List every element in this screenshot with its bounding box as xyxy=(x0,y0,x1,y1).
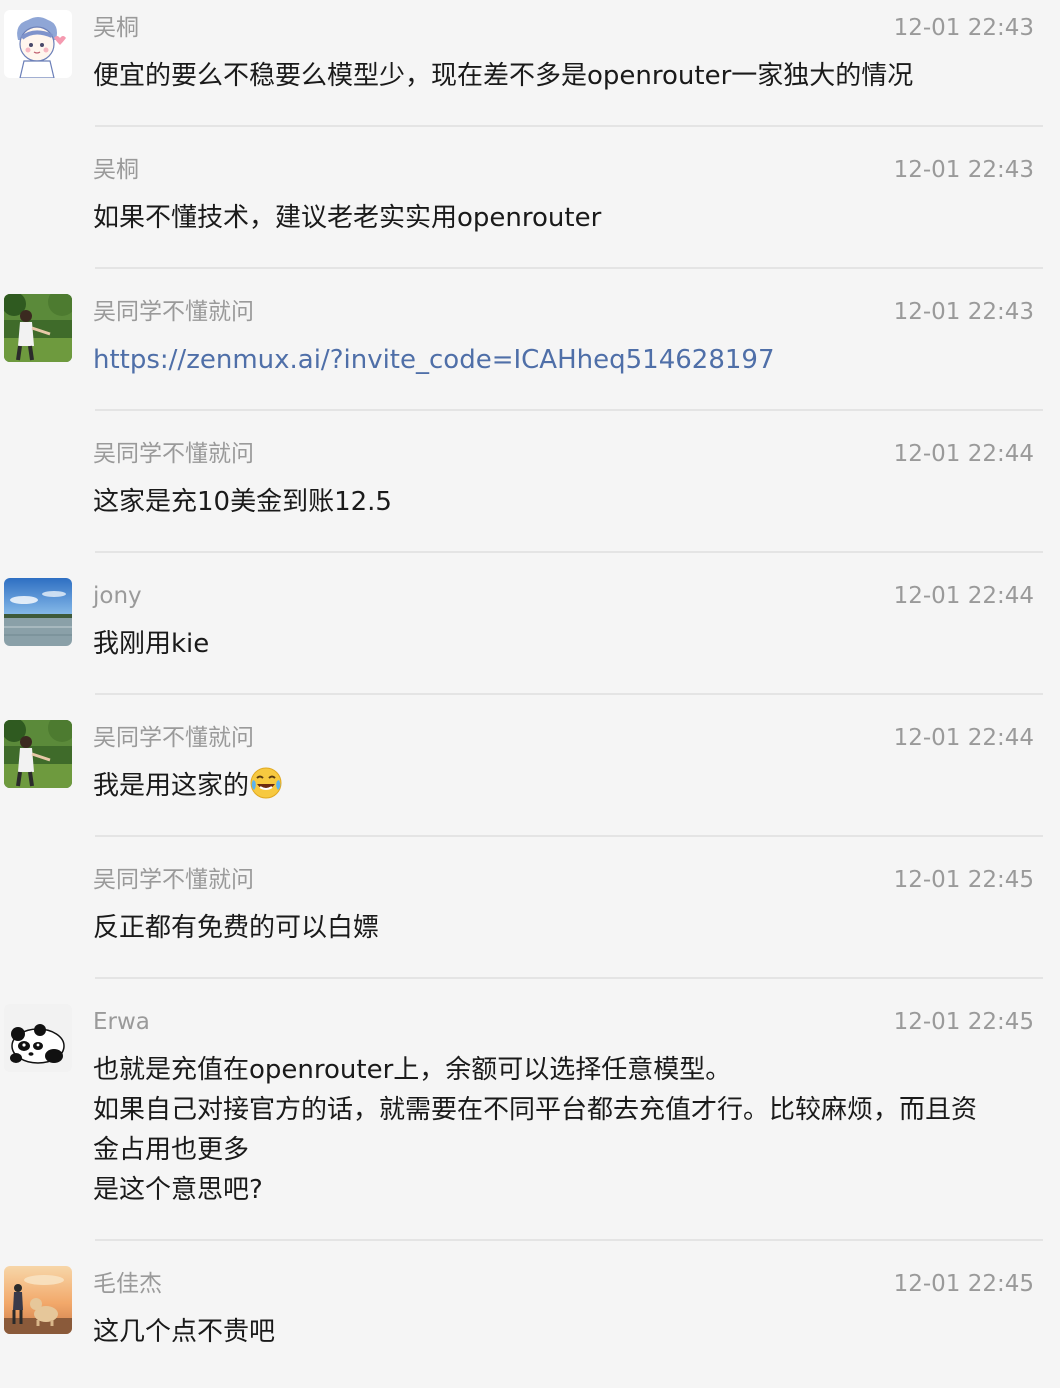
chat-message: 吴同学不懂就问 12-01 22:44 这家是充10美金到账12.5 xyxy=(0,426,1060,552)
message-line: 便宜的要么不稳要么模型少，现在差不多是openrouter一家独大的情况 xyxy=(93,61,914,91)
message-text: 反正都有免费的可以白嫖 xyxy=(93,908,1048,948)
message-divider xyxy=(95,693,1043,695)
message-line: 如果自己对接官方的话，就需要在不同平台都去充值才行。比较麻烦，而且资 xyxy=(93,1095,978,1125)
lake-landscape-avatar[interactable] xyxy=(4,578,72,646)
message-line: 我是用这家的 xyxy=(93,771,250,801)
chat-message: Erwa 12-01 22:45 也就是充值在openrouter上，余额可以选… xyxy=(0,994,1060,1240)
message-line: 这几个点不贵吧 xyxy=(93,1317,276,1347)
man-in-field-avatar[interactable] xyxy=(4,720,72,788)
message-divider xyxy=(95,267,1043,269)
message-text: https://zenmux.ai/?invite_code=ICAHheq51… xyxy=(93,340,1048,380)
sender-name[interactable]: jony xyxy=(93,580,142,612)
chat-message: 吴桐 12-01 22:43 便宜的要么不稳要么模型少，现在差不多是openro… xyxy=(0,0,1060,126)
message-line: 我刚用kie xyxy=(93,629,210,659)
message-divider xyxy=(95,125,1043,127)
message-divider xyxy=(95,409,1043,411)
sender-name[interactable]: Erwa xyxy=(93,1006,150,1038)
message-timestamp: 12-01 22:45 xyxy=(893,1009,1034,1035)
message-text: 也就是充值在openrouter上，余额可以选择任意模型。 如果自己对接官方的话… xyxy=(93,1050,1048,1210)
message-timestamp: 12-01 22:43 xyxy=(893,15,1034,41)
message-timestamp: 12-01 22:44 xyxy=(893,441,1034,467)
message-timestamp: 12-01 22:44 xyxy=(893,583,1034,609)
message-line: 是这个意思吧? xyxy=(93,1175,263,1205)
tears-of-joy-emoji xyxy=(250,767,282,799)
message-timestamp: 12-01 22:45 xyxy=(893,867,1034,893)
chat-message: jony 12-01 22:44 我刚用kie xyxy=(0,568,1060,694)
sender-name[interactable]: 吴同学不懂就问 xyxy=(93,438,254,470)
chat-message: 毛佳杰 12-01 22:45 这几个点不贵吧 xyxy=(0,1256,1060,1382)
message-line: 这家是充10美金到账12.5 xyxy=(93,487,392,517)
message-text: 我刚用kie xyxy=(93,624,1048,664)
message-line: 反正都有免费的可以白嫖 xyxy=(93,913,380,943)
chat-message: 吴同学不懂就问 12-01 22:43 https://zenmux.ai/?i… xyxy=(0,284,1060,410)
message-divider xyxy=(95,551,1043,553)
message-text: 这几个点不贵吧 xyxy=(93,1312,1048,1352)
sender-name[interactable]: 吴同学不懂就问 xyxy=(93,864,254,896)
cartoon-boy-avatar[interactable] xyxy=(4,10,72,78)
message-line: 如果不懂技术，建议老老实实用openrouter xyxy=(93,203,602,233)
man-in-field-avatar[interactable] xyxy=(4,294,72,362)
message-text: 便宜的要么不稳要么模型少，现在差不多是openrouter一家独大的情况 xyxy=(93,56,1048,96)
boy-and-dog-sunset-avatar[interactable] xyxy=(4,1266,72,1334)
message-timestamp: 12-01 22:43 xyxy=(893,299,1034,325)
chat-message: 吴同学不懂就问 12-01 22:45 反正都有免费的可以白嫖 xyxy=(0,852,1060,978)
sender-name[interactable]: 吴桐 xyxy=(93,12,139,44)
chat-message: 吴同学不懂就问 12-01 22:44 我是用这家的 xyxy=(0,710,1060,836)
message-line: 金占用也更多 xyxy=(93,1135,250,1165)
sender-name[interactable]: 毛佳杰 xyxy=(93,1268,162,1300)
invite-link[interactable]: https://zenmux.ai/?invite_code=ICAHheq51… xyxy=(93,345,775,375)
message-divider xyxy=(95,835,1043,837)
panda-avatar[interactable] xyxy=(4,1004,72,1072)
message-text: 我是用这家的 xyxy=(93,766,1048,806)
chat-message-list[interactable]: 吴桐 12-01 22:43 便宜的要么不稳要么模型少，现在差不多是openro… xyxy=(0,0,1060,1388)
sender-name[interactable]: 吴同学不懂就问 xyxy=(93,722,254,754)
message-timestamp: 12-01 22:45 xyxy=(893,1271,1034,1297)
sender-name[interactable]: 吴桐 xyxy=(93,154,139,186)
chat-message: 吴桐 12-01 22:43 如果不懂技术，建议老老实实用openrouter xyxy=(0,142,1060,268)
message-text: 如果不懂技术，建议老老实实用openrouter xyxy=(93,198,1048,238)
message-divider xyxy=(95,1239,1043,1241)
message-divider xyxy=(95,977,1043,979)
message-timestamp: 12-01 22:44 xyxy=(893,725,1034,751)
message-text: 这家是充10美金到账12.5 xyxy=(93,482,1048,522)
sender-name[interactable]: 吴同学不懂就问 xyxy=(93,296,254,328)
message-line: 也就是充值在openrouter上，余额可以选择任意模型。 xyxy=(93,1055,732,1085)
message-timestamp: 12-01 22:43 xyxy=(893,157,1034,183)
